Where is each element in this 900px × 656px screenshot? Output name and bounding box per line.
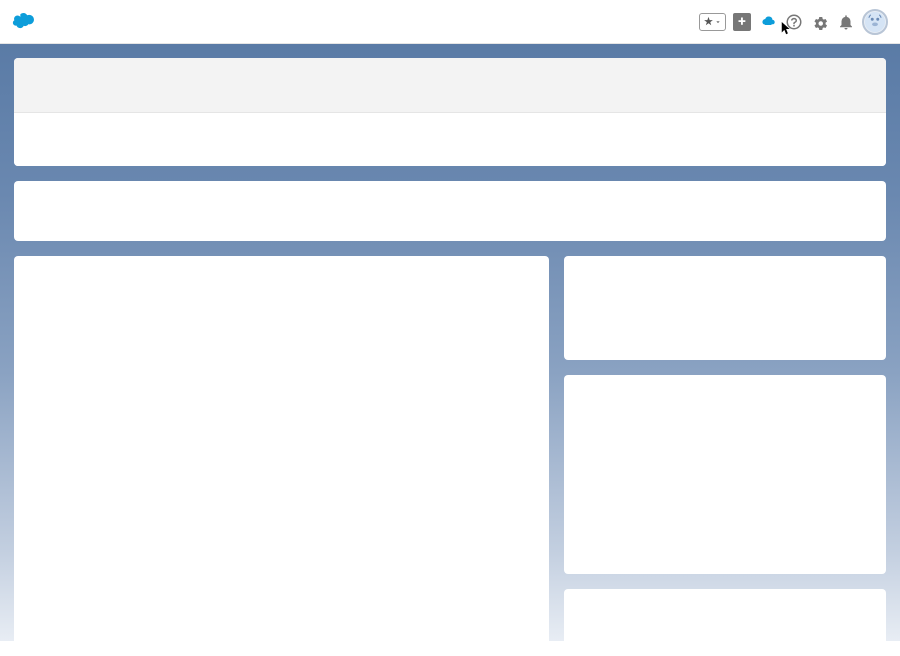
- plus-icon: +: [733, 13, 751, 31]
- favorites-button[interactable]: [699, 13, 726, 31]
- record-header-card: [14, 58, 886, 166]
- bell-icon: [837, 13, 855, 31]
- salesforce-logo[interactable]: [12, 11, 42, 33]
- global-actions-button[interactable]: +: [732, 12, 752, 32]
- record-header-section: [14, 58, 886, 113]
- user-avatar[interactable]: [862, 9, 888, 35]
- help-button[interactable]: [784, 12, 804, 32]
- avatar-icon: [864, 11, 886, 33]
- header-right: +: [699, 9, 888, 35]
- related-card-3: [564, 589, 886, 649]
- question-icon: [785, 13, 803, 31]
- gear-icon: [811, 13, 829, 31]
- header-left: [12, 11, 42, 33]
- right-column: [564, 256, 886, 656]
- record-header-body: [14, 113, 886, 166]
- chevron-down-icon: [714, 18, 722, 26]
- path-card: [14, 181, 886, 241]
- trailhead-button[interactable]: [758, 12, 778, 32]
- details-card: [14, 256, 549, 656]
- left-column: [14, 256, 549, 656]
- cloud-icon: [759, 13, 777, 31]
- star-icon: [703, 16, 714, 27]
- related-card-2: [564, 375, 886, 574]
- global-header: +: [0, 0, 900, 44]
- related-card-1: [564, 256, 886, 360]
- notifications-button[interactable]: [836, 12, 856, 32]
- content-columns: [14, 256, 886, 656]
- setup-button[interactable]: [810, 12, 830, 32]
- main-content-area: [0, 44, 900, 641]
- cloud-logo-icon: [12, 11, 42, 32]
